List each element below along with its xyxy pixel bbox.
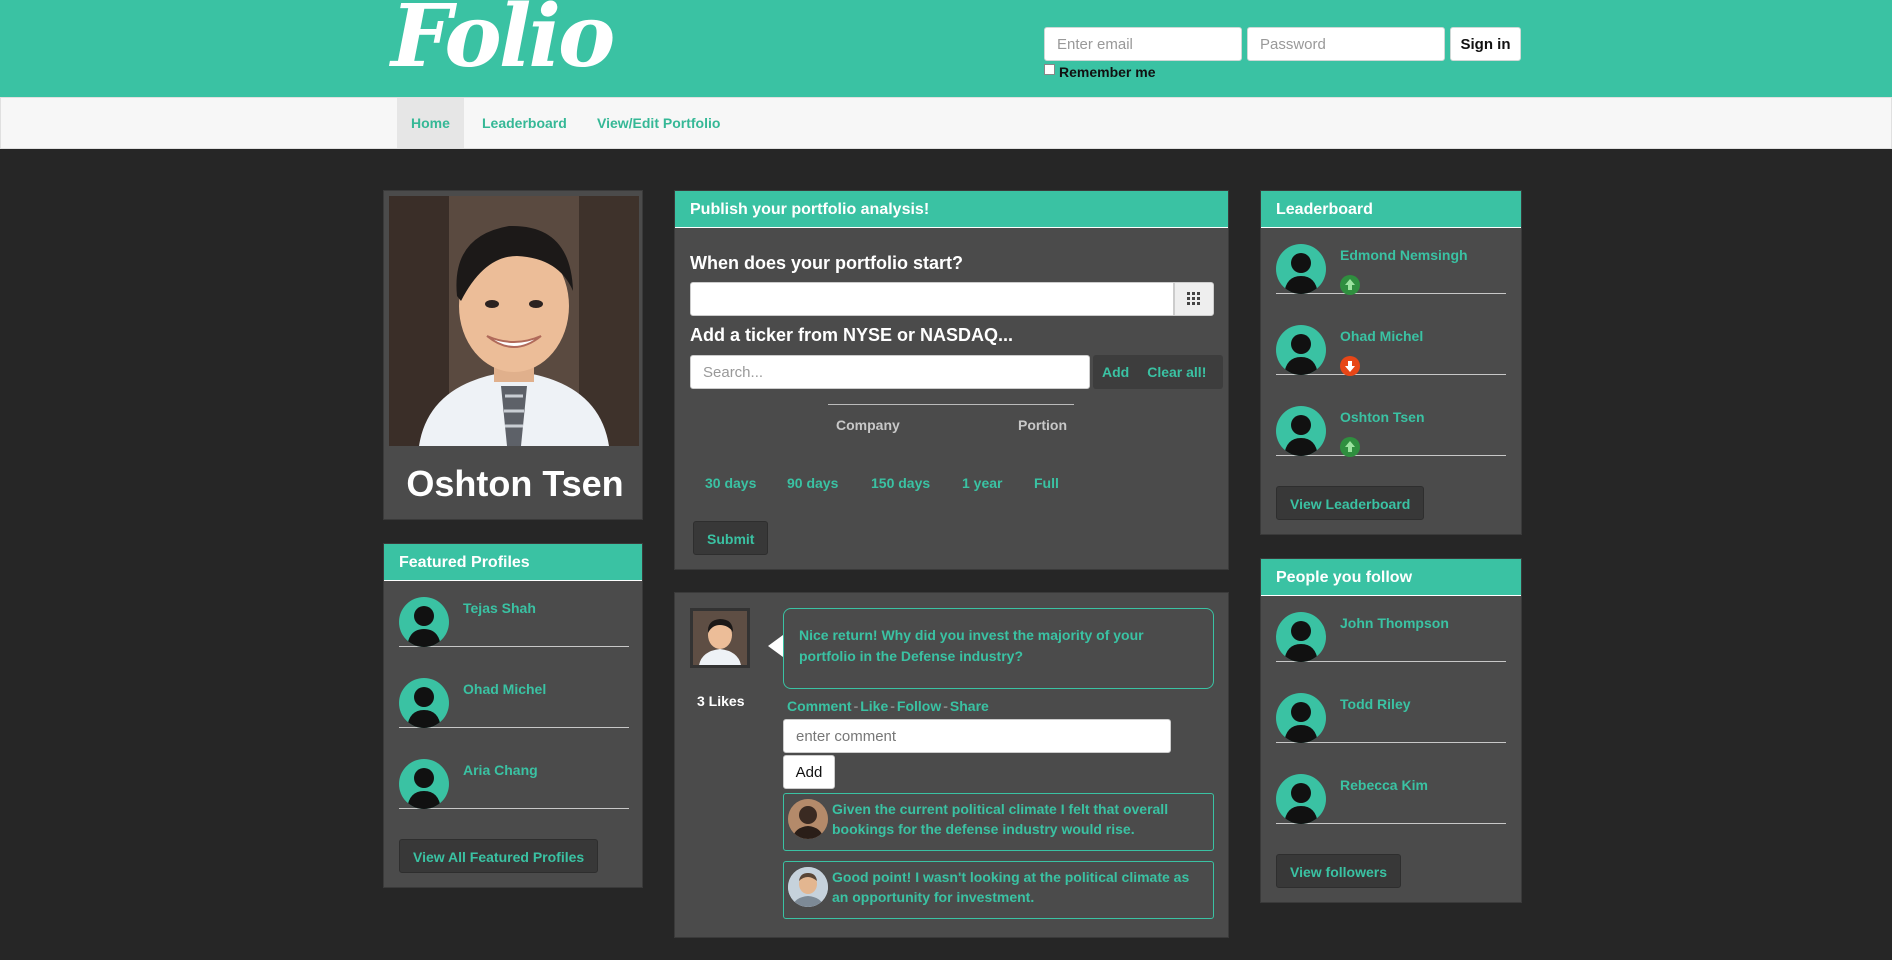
leaderboard-name[interactable]: Oshton Tsen — [1340, 409, 1425, 425]
range-30-days[interactable]: 30 days — [705, 475, 756, 491]
profile-photo-image — [389, 196, 639, 446]
feed-post-panel: 3 Likes Nice return! Why did you invest … — [674, 592, 1229, 938]
view-followers-button[interactable]: View followers — [1276, 854, 1401, 888]
portfolio-start-date-input[interactable] — [690, 282, 1174, 316]
user-silhouette-icon — [1276, 325, 1326, 375]
featured-profile-name[interactable]: Tejas Shah — [463, 600, 536, 616]
comment-item: Good point! I wasn't looking at the poli… — [783, 861, 1214, 919]
email-input[interactable] — [1044, 27, 1242, 61]
password-input[interactable] — [1247, 27, 1445, 61]
following-name[interactable]: John Thompson — [1340, 615, 1449, 631]
featured-profile-name[interactable]: Ohad Michel — [463, 681, 546, 697]
leaderboard-item[interactable]: Oshton Tsen — [1276, 391, 1506, 457]
post-author-avatar[interactable] — [690, 608, 750, 668]
user-silhouette-icon — [1276, 406, 1326, 456]
following-name[interactable]: Rebecca Kim — [1340, 777, 1428, 793]
leaderboard-item[interactable]: Ohad Michel — [1276, 310, 1506, 376]
commenter-avatar[interactable] — [788, 867, 828, 907]
trend-down-icon — [1340, 356, 1360, 376]
featured-profiles-panel: Featured Profiles Tejas Shah Ohad Michel… — [383, 543, 643, 888]
range-full[interactable]: Full — [1034, 475, 1059, 491]
share-action[interactable]: Share — [950, 698, 989, 714]
leaderboard-heading: Leaderboard — [1261, 191, 1521, 228]
trend-up-icon — [1340, 275, 1360, 295]
nav-view-edit-portfolio[interactable]: View/Edit Portfolio — [583, 98, 734, 148]
remember-me[interactable]: Remember me — [1044, 63, 1156, 80]
featured-profiles-heading: Featured Profiles — [384, 544, 642, 581]
ticker-search-input[interactable] — [690, 355, 1090, 389]
leaderboard-panel: Leaderboard Edmond Nemsingh Ohad Michel … — [1260, 190, 1522, 535]
comment-action[interactable]: Comment — [787, 698, 852, 714]
following-heading: People you follow — [1261, 559, 1521, 596]
profile-name: Oshton Tsen — [406, 463, 624, 504]
user-silhouette-icon — [1276, 693, 1326, 743]
follow-action[interactable]: Follow — [897, 698, 941, 714]
add-ticker-label: Add a ticker from NYSE or NASDAQ... — [690, 325, 1014, 345]
following-item[interactable]: Todd Riley — [1276, 678, 1506, 743]
view-leaderboard-button[interactable]: View Leaderboard — [1276, 486, 1425, 520]
post-bubble: Nice return! Why did you invest the majo… — [783, 608, 1214, 689]
ticker-button-group: Add Clear all! — [1093, 355, 1223, 389]
range-90-days[interactable]: 90 days — [787, 475, 838, 491]
portfolio-start-label: When does your portfolio start? — [690, 253, 963, 273]
column-portion: Portion — [1018, 417, 1067, 433]
profile-photo — [389, 196, 639, 446]
following-name[interactable]: Todd Riley — [1340, 696, 1411, 712]
remember-me-checkbox[interactable] — [1044, 63, 1055, 75]
user-silhouette-icon — [399, 678, 449, 728]
table-divider — [828, 404, 1074, 405]
likes-count: 3 Likes — [697, 693, 745, 709]
folio-logo[interactable]: Folio — [391, 0, 615, 80]
top-header: Folio Sign in Remember me — [0, 0, 1892, 97]
following-panel: People you follow John Thompson Todd Ril… — [1260, 558, 1522, 903]
like-action[interactable]: Like — [860, 698, 888, 714]
remember-me-label: Remember me — [1059, 64, 1156, 80]
comment-item: Given the current political climate I fe… — [783, 793, 1214, 851]
featured-profile-item[interactable]: Aria Chang — [399, 744, 629, 809]
comment-input[interactable] — [783, 719, 1171, 753]
user-silhouette-icon — [1276, 774, 1326, 824]
main-navbar: Home Leaderboard View/Edit Portfolio — [0, 97, 1892, 149]
post-text: Nice return! Why did you invest the majo… — [799, 627, 1144, 664]
range-1-year[interactable]: 1 year — [962, 475, 1002, 491]
user-silhouette-icon — [399, 597, 449, 647]
following-item[interactable]: John Thompson — [1276, 597, 1506, 662]
column-company: Company — [836, 417, 900, 433]
comment-text: Given the current political climate I fe… — [832, 801, 1169, 837]
sign-in-button[interactable]: Sign in — [1450, 27, 1521, 61]
range-150-days[interactable]: 150 days — [871, 475, 930, 491]
add-ticker-button[interactable]: Add — [1093, 364, 1138, 380]
bubble-arrow — [768, 635, 783, 657]
user-silhouette-icon — [1276, 612, 1326, 662]
comment-text: Good point! I wasn't looking at the poli… — [832, 869, 1190, 905]
post-actions: Comment - Like - Follow - Share — [787, 698, 989, 714]
nav-leaderboard[interactable]: Leaderboard — [468, 98, 581, 148]
featured-profile-item[interactable]: Ohad Michel — [399, 663, 629, 728]
leaderboard-name[interactable]: Ohad Michel — [1340, 328, 1423, 344]
add-comment-button[interactable]: Add — [783, 755, 835, 789]
trend-up-icon — [1340, 437, 1360, 457]
leaderboard-item[interactable]: Edmond Nemsingh — [1276, 229, 1506, 295]
calendar-grid-icon[interactable] — [1174, 282, 1214, 316]
commenter-avatar[interactable] — [788, 799, 828, 839]
clear-all-button[interactable]: Clear all! — [1138, 364, 1215, 380]
user-silhouette-icon — [1276, 244, 1326, 294]
nav-home[interactable]: Home — [397, 98, 464, 148]
publish-panel: Publish your portfolio analysis! When do… — [674, 190, 1229, 570]
following-item[interactable]: Rebecca Kim — [1276, 759, 1506, 824]
view-all-featured-button[interactable]: View All Featured Profiles — [399, 839, 599, 873]
leaderboard-name[interactable]: Edmond Nemsingh — [1340, 247, 1468, 263]
featured-profile-item[interactable]: Tejas Shah — [399, 582, 629, 647]
featured-profile-name[interactable]: Aria Chang — [463, 762, 538, 778]
submit-button[interactable]: Submit — [693, 521, 769, 555]
profile-card: Oshton Tsen — [383, 190, 643, 520]
user-silhouette-icon — [399, 759, 449, 809]
publish-heading: Publish your portfolio analysis! — [675, 191, 1228, 228]
